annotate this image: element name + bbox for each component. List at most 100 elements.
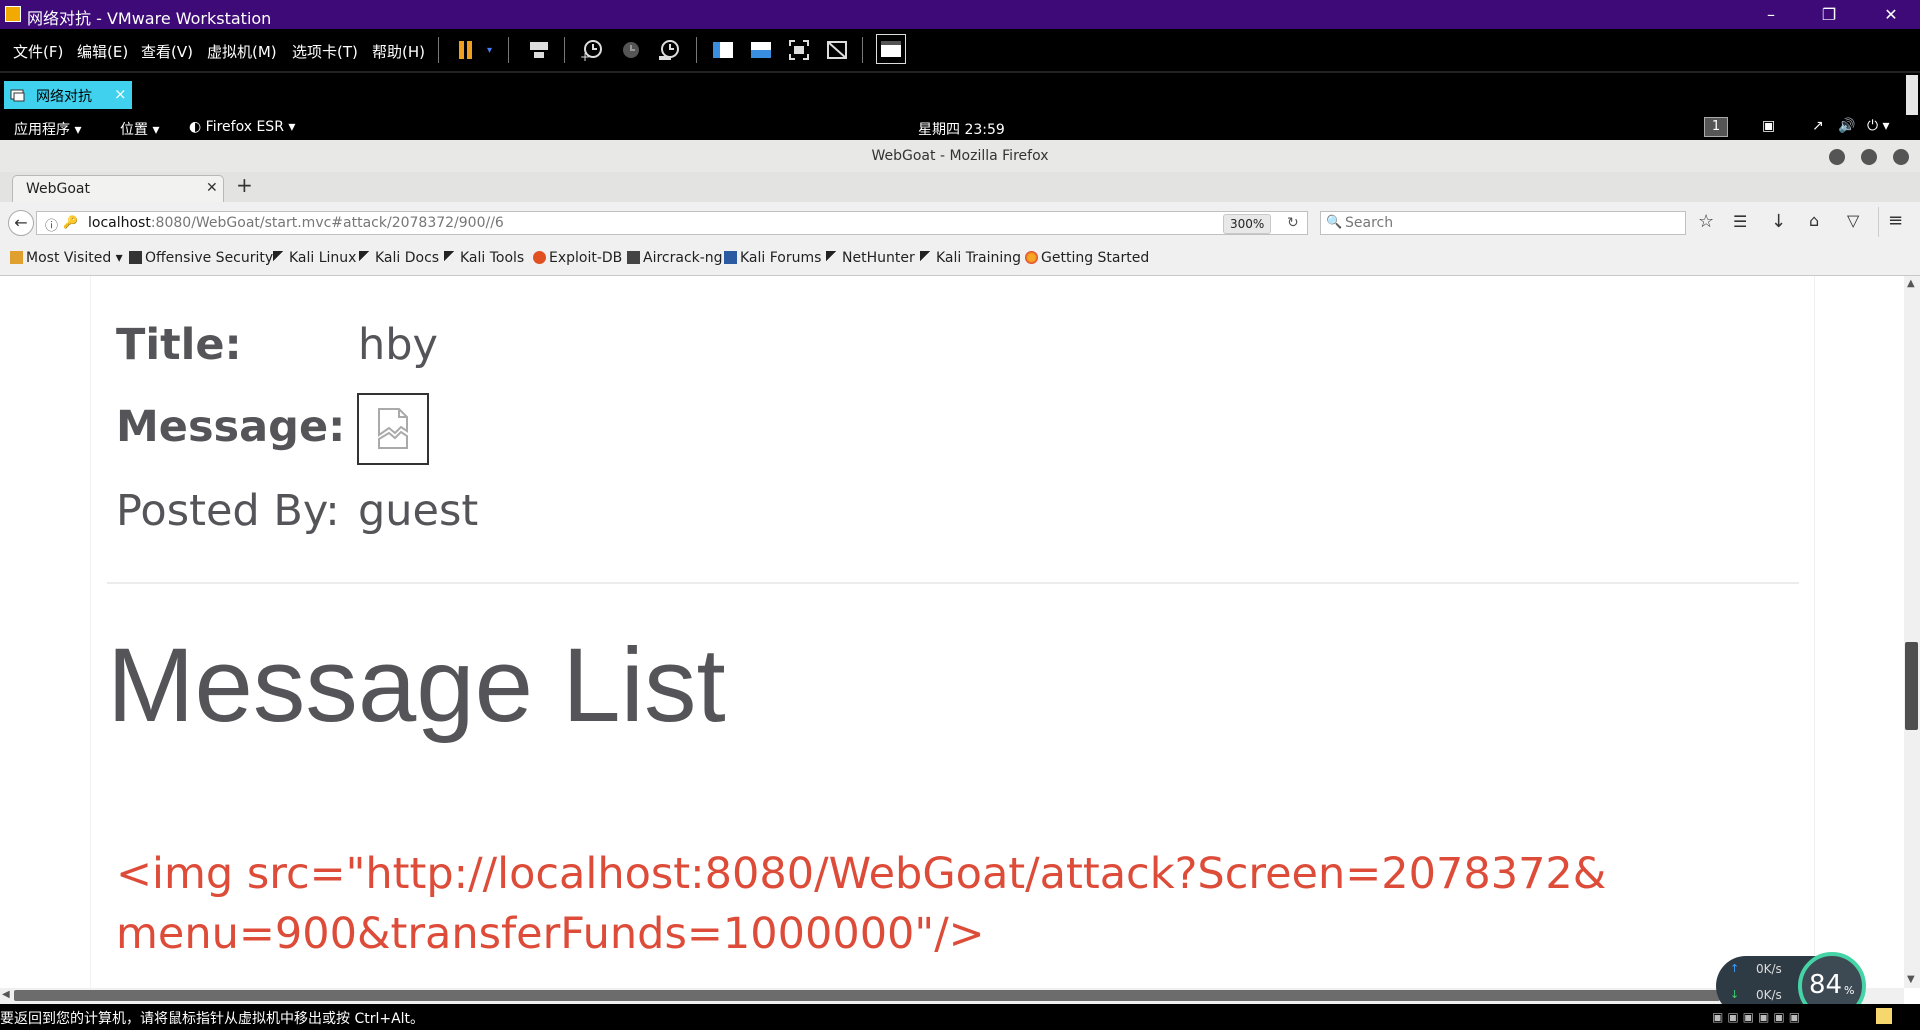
title-label: Title: [116,320,242,370]
menu-help[interactable]: 帮助(H) [372,41,425,62]
bookmark-most-visited[interactable]: Most Visited ▾ [10,250,123,266]
vmware-menu-bar: 文件(F) 编辑(E) 查看(V) 虚拟机(M) 选项卡(T) 帮助(H) ▾ … [0,29,1920,71]
kali-icon [920,251,933,264]
aircrack-icon [627,251,640,264]
restore-button[interactable]: ❐ [1800,0,1858,29]
vm-tab-label: 网络对抗 [36,89,92,105]
svg-text:+: + [580,50,590,62]
back-button[interactable]: ← [8,210,34,236]
site-info-icon[interactable]: ⓘ [45,215,58,234]
console-view-icon[interactable] [876,34,906,64]
download-arrow-icon: ↓ [1730,988,1740,1001]
vm-tab[interactable]: 网络对抗 × [4,81,132,109]
menu-view[interactable]: 查看(V) [141,41,193,62]
scroll-left-arrow-icon[interactable]: ◀ [2,989,10,1000]
device-status-icons[interactable]: ▣▣▣▣▣▣ [1712,1010,1804,1024]
firefox-nav-bar: ← ⓘ 🔑 localhost:8080/WebGoat/start.mvc#a… [0,202,1920,242]
revert-snapshot-icon[interactable] [619,38,643,62]
bookmark-kali-training[interactable]: Kali Training [920,250,1021,266]
unity-icon[interactable] [825,38,849,62]
bookmark-aircrack-ng[interactable]: Aircrack-ng [627,250,723,266]
vm-tab-close-icon[interactable]: × [114,85,127,103]
status-message: 要返回到您的计算机，请将鼠标指针从虚拟机中移出或按 Ctrl+Alt。 [0,1011,425,1027]
firefox-tab-bar: WebGoat ✕ + [0,172,1920,203]
separator [564,37,565,63]
menu-vm[interactable]: 虚拟机(M) [207,41,277,62]
library-icon[interactable] [711,38,735,62]
vmware-title-bar: 网络对抗 - VMware Workstation – ❐ ✕ [0,0,1920,29]
close-button[interactable]: ✕ [1862,0,1920,29]
reload-icon[interactable]: ↻ [1287,215,1299,231]
upload-arrow-icon: ↑ [1730,962,1740,975]
downloads-icon[interactable]: ↓ [1771,211,1786,232]
pocket-icon[interactable]: ▽ [1847,211,1859,230]
minimize-button[interactable]: – [1742,0,1800,29]
message-label: Message: [116,402,346,452]
home-icon[interactable]: ⌂ [1809,211,1819,230]
zoom-indicator[interactable]: 300% [1223,214,1272,234]
places-menu[interactable]: 位置 ▾ [120,119,159,139]
volume-icon[interactable]: 🔊 [1838,118,1855,134]
send-ctrl-alt-del-icon[interactable] [527,38,551,62]
bookmark-kali-docs[interactable]: Kali Docs [359,250,439,266]
url-bar[interactable]: ⓘ 🔑 localhost:8080/WebGoat/start.mvc#att… [36,211,1308,235]
vertical-scrollbar[interactable]: ▲ ▼ [1904,276,1920,988]
tab-webgoat[interactable]: WebGoat ✕ [12,175,224,203]
offsec-icon [129,251,142,264]
scroll-up-arrow-icon[interactable]: ▲ [1907,278,1915,289]
firefox-minimize-button[interactable] [1829,149,1845,165]
applications-menu[interactable]: 应用程序 ▾ [14,119,81,139]
menu-edit[interactable]: 编辑(E) [77,41,128,62]
firefox-app-menu[interactable]: ◐ Firefox ESR ▾ [189,119,295,135]
bookmark-kali-linux[interactable]: Kali Linux [273,250,356,266]
pause-dropdown-icon[interactable]: ▾ [487,45,492,56]
forums-icon [724,251,737,264]
bookmark-nethunter[interactable]: NetHunter [826,250,915,266]
reading-list-icon[interactable]: ☰ [1733,212,1747,231]
upload-speed: 0K/s [1756,962,1782,976]
separator [1878,207,1879,237]
horizontal-scrollbar[interactable]: ◀ [0,988,1904,1004]
title-value: hby [358,320,438,370]
menu-file[interactable]: 文件(F) [13,41,63,62]
exploitdb-icon [533,251,546,264]
bookmark-kali-forums[interactable]: Kali Forums [724,250,821,266]
menu-hamburger-icon[interactable]: ≡ [1888,210,1903,231]
bookmark-exploit-db[interactable]: Exploit-DB [533,250,622,266]
network-icon[interactable]: ↗ [1812,118,1824,134]
kali-icon [826,251,839,264]
power-icon[interactable]: ⏻ ▾ [1867,118,1890,134]
snapshot-icon[interactable]: + [580,38,604,64]
message-link-line-2: menu=900&transferFunds=1000000"/> [116,909,985,959]
firefox-icon [1025,251,1038,264]
notes-icon[interactable] [1876,1008,1892,1024]
bookmark-offensive-security[interactable]: Offensive Security [129,250,273,266]
full-screen-icon[interactable] [787,38,811,62]
posted-by-value: guest [358,486,479,536]
bookmark-star-icon[interactable]: ☆ [1698,211,1714,232]
vertical-scrollbar-thumb[interactable] [1905,642,1918,730]
firefox-close-button[interactable] [1893,149,1909,165]
menu-tabs[interactable]: 选项卡(T) [292,41,358,62]
bookmark-getting-started[interactable]: Getting Started [1025,250,1149,266]
clock[interactable]: 星期四 23:59 [918,119,1005,139]
thumbnail-bar-icon[interactable] [749,38,773,62]
pause-icon[interactable] [455,38,479,62]
message-list-item-link[interactable]: <img src="http://localhost:8080/WebGoat/… [116,844,1616,964]
snapshot-manager-icon[interactable] [657,38,681,62]
url-text[interactable]: localhost:8080/WebGoat/start.mvc#attack/… [88,215,504,231]
horizontal-scrollbar-thumb[interactable] [14,990,1720,1001]
workspace-indicator[interactable]: 1 [1704,117,1728,137]
download-speed: 0K/s [1756,988,1782,1002]
new-tab-button[interactable]: + [236,173,253,197]
firefox-maximize-button[interactable] [1861,149,1877,165]
vmware-window-title: 网络对抗 - VMware Workstation [27,9,272,28]
broken-image-icon [357,393,429,465]
video-icon[interactable]: ▣ [1762,118,1775,134]
kali-top-panel: 应用程序 ▾ 位置 ▾ ◐ Firefox ESR ▾ 星期四 23:59 1 … [0,115,1920,140]
scroll-down-arrow-icon[interactable]: ▼ [1907,974,1915,985]
tab-close-icon[interactable]: ✕ [206,180,218,196]
bookmark-kali-tools[interactable]: Kali Tools [444,250,524,266]
search-box[interactable]: 🔍 Search [1320,211,1686,235]
separator [438,37,439,63]
